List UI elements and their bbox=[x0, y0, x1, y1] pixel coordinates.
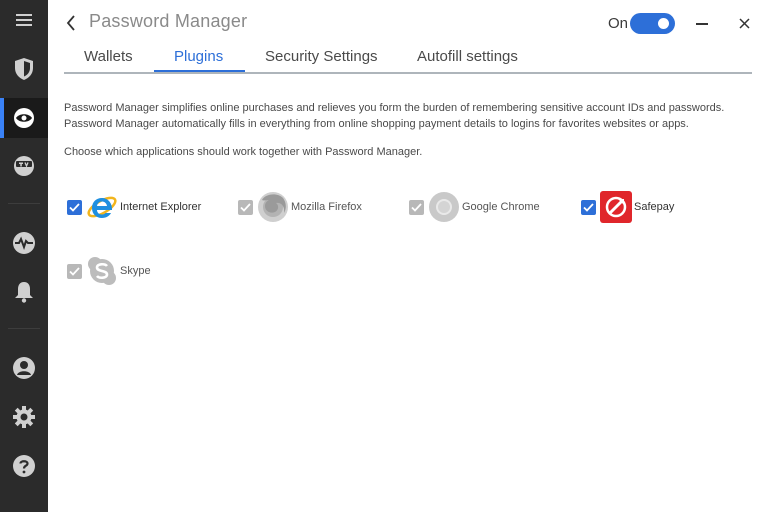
plugin-checkbox[interactable] bbox=[409, 199, 424, 215]
checkmark-icon bbox=[411, 202, 422, 212]
minimize-button[interactable] bbox=[694, 12, 710, 34]
plugin-label: Mozilla Firefox bbox=[291, 201, 362, 213]
plugins-description: Password Manager simplifies online purch… bbox=[64, 102, 725, 130]
plugin-checkbox[interactable] bbox=[67, 263, 82, 279]
sidebar-item-utilities[interactable] bbox=[0, 146, 48, 186]
plugin-google-chrome[interactable]: Google Chrome bbox=[409, 190, 540, 224]
sidebar-divider bbox=[8, 203, 40, 204]
sidebar-item-notifications[interactable] bbox=[0, 272, 48, 312]
sidebar-item-account[interactable] bbox=[0, 348, 48, 388]
shield-icon bbox=[15, 58, 33, 80]
toggle-knob bbox=[658, 18, 669, 29]
plugin-safepay[interactable]: Safepay bbox=[581, 190, 674, 224]
sidebar-item-protection[interactable] bbox=[0, 49, 48, 89]
sidebar-item-activity[interactable] bbox=[0, 223, 48, 263]
plugins-instruction: Choose which applications should work to… bbox=[64, 146, 423, 158]
plugin-skype[interactable]: Skype bbox=[67, 254, 151, 288]
eye-icon bbox=[14, 108, 34, 128]
help-icon bbox=[13, 455, 35, 477]
password-manager-toggle[interactable] bbox=[630, 13, 675, 34]
plugin-label: Skype bbox=[120, 265, 151, 277]
tab-plugins[interactable]: Plugins bbox=[174, 48, 223, 65]
close-button[interactable] bbox=[735, 14, 753, 32]
plugin-mozilla-firefox[interactable]: Mozilla Firefox bbox=[238, 190, 362, 224]
skype-icon bbox=[86, 255, 118, 287]
close-icon bbox=[738, 17, 750, 29]
sidebar-item-settings[interactable] bbox=[0, 397, 48, 437]
menu-button[interactable] bbox=[0, 0, 48, 40]
tab-autofill-settings[interactable]: Autofill settings bbox=[417, 48, 518, 65]
page-title: Password Manager bbox=[89, 11, 248, 31]
plugin-checkbox[interactable] bbox=[67, 199, 82, 215]
active-tab-indicator bbox=[154, 70, 245, 72]
plugin-internet-explorer[interactable]: Internet Explorer bbox=[67, 190, 201, 224]
main-panel: Password Manager On Wallets Plugins Secu… bbox=[49, 0, 768, 512]
internet-explorer-icon bbox=[86, 191, 118, 223]
checkmark-icon bbox=[69, 202, 80, 212]
sidebar-item-privacy[interactable] bbox=[0, 98, 48, 138]
sidebar-item-help[interactable] bbox=[0, 446, 48, 486]
plugin-label: Google Chrome bbox=[462, 201, 540, 213]
gear-icon bbox=[13, 406, 35, 428]
activity-pulse-icon bbox=[13, 232, 35, 254]
chrome-icon bbox=[428, 191, 460, 223]
back-button[interactable] bbox=[61, 12, 81, 34]
plugin-label: Internet Explorer bbox=[120, 201, 202, 213]
plugin-label: Safepay bbox=[634, 201, 675, 213]
tab-wallets[interactable]: Wallets bbox=[84, 48, 133, 65]
tab-bar: Wallets Plugins Security Settings Autofi… bbox=[64, 44, 752, 74]
safepay-icon bbox=[600, 191, 632, 223]
plugin-checkbox[interactable] bbox=[238, 199, 253, 215]
tv-icon bbox=[14, 156, 34, 176]
chevron-left-icon bbox=[66, 15, 75, 31]
user-icon bbox=[13, 357, 35, 379]
bell-icon bbox=[15, 282, 33, 303]
hamburger-menu-icon bbox=[16, 14, 32, 26]
checkmark-icon bbox=[240, 202, 251, 212]
sidebar bbox=[0, 0, 48, 512]
checkmark-icon bbox=[69, 266, 80, 276]
firefox-icon bbox=[257, 191, 289, 223]
checkmark-icon bbox=[583, 202, 594, 212]
toggle-label: On bbox=[608, 15, 629, 32]
sidebar-divider bbox=[8, 328, 40, 329]
plugin-checkbox[interactable] bbox=[581, 199, 596, 215]
tab-security-settings[interactable]: Security Settings bbox=[265, 48, 378, 65]
